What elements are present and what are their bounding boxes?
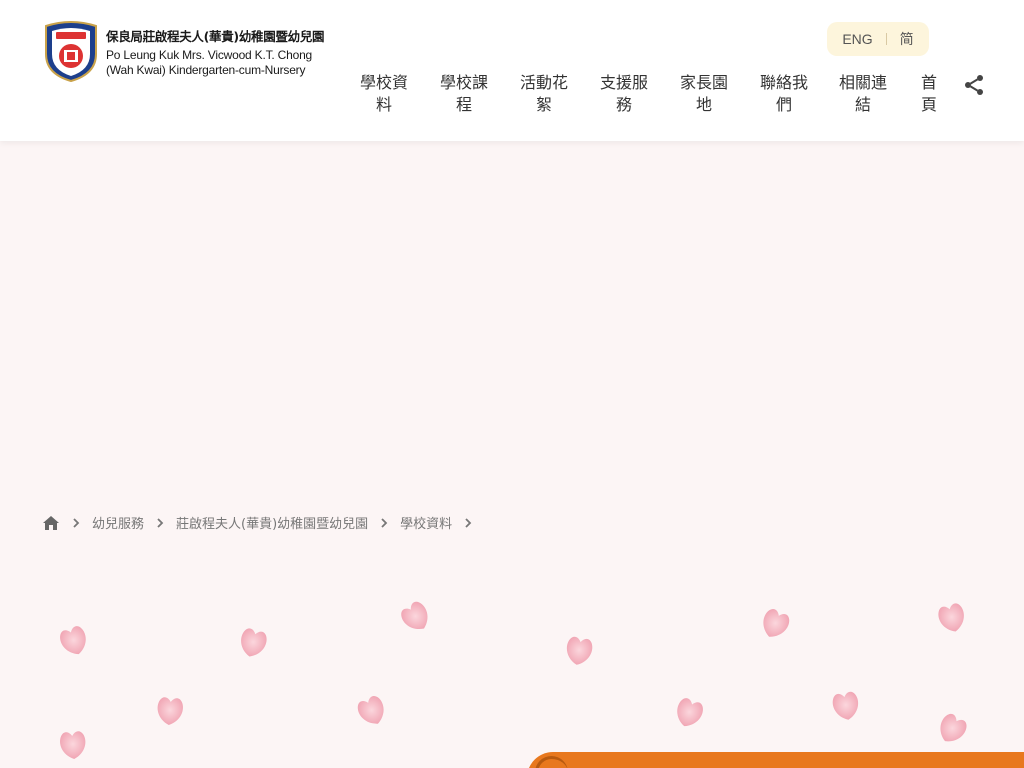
home-icon[interactable]	[42, 515, 60, 531]
site-header: 保良局莊啟程夫人(華貴)幼稚園暨幼兒園 Po Leung Kuk Mrs. Vi…	[0, 0, 1024, 141]
logo-chinese-name: 保良局莊啟程夫人(華貴)幼稚園暨幼兒園	[106, 29, 325, 44]
language-switcher: ENG 简	[827, 22, 929, 56]
lang-simplified-link[interactable]: 简	[900, 29, 914, 49]
lang-divider	[885, 33, 887, 45]
breadcrumb-school[interactable]: 莊啟程夫人(華貴)幼稚園暨幼兒園	[176, 513, 368, 532]
nav-contact-us[interactable]: 聯絡我 們	[754, 72, 814, 116]
nav-related-links[interactable]: 相關連 結	[833, 72, 893, 116]
nav-home[interactable]: 首 頁	[899, 72, 959, 116]
petal-icon	[357, 695, 384, 724]
chevron-right-icon	[465, 517, 472, 528]
petal-icon	[157, 697, 183, 725]
nav-support-services[interactable]: 支援服 務	[594, 72, 654, 116]
lang-eng-link[interactable]: ENG	[842, 31, 872, 47]
content-banner	[527, 752, 1024, 768]
nav-school-curriculum[interactable]: 學校課 程	[434, 72, 494, 116]
petal-icon	[60, 731, 86, 759]
nav-activities[interactable]: 活動花 絮	[514, 72, 574, 116]
breadcrumb: 幼兒服務 莊啟程夫人(華貴)幼稚園暨幼兒園 學校資料	[42, 513, 484, 532]
nav-school-info[interactable]: 學校資 料	[354, 72, 414, 116]
breadcrumb-child-services[interactable]: 幼兒服務	[92, 513, 144, 532]
petal-icon	[677, 698, 703, 727]
school-crest-icon	[45, 21, 97, 82]
petal-icon	[60, 626, 86, 655]
petal-icon	[832, 691, 859, 720]
chevron-right-icon	[73, 517, 80, 528]
petal-icon	[566, 636, 593, 665]
petal-icon	[763, 608, 790, 637]
chevron-right-icon	[157, 517, 164, 528]
petal-icon	[401, 601, 428, 630]
petal-icon	[938, 603, 964, 632]
logo-english-name-line2: (Wah Kwai) Kindergarten-cum-Nursery	[106, 63, 306, 77]
petal-icon	[940, 713, 967, 742]
school-logo[interactable]: 保良局莊啟程夫人(華貴)幼稚園暨幼兒園 Po Leung Kuk Mrs. Vi…	[42, 20, 325, 82]
share-icon[interactable]	[962, 73, 986, 97]
breadcrumb-school-info[interactable]: 學校資料	[400, 513, 452, 532]
nav-parents-corner[interactable]: 家長園 地	[674, 72, 734, 116]
chevron-right-icon	[381, 517, 388, 528]
logo-english-name-line1: Po Leung Kuk Mrs. Vicwood K.T. Chong	[106, 48, 313, 62]
petal-icon	[241, 628, 267, 657]
